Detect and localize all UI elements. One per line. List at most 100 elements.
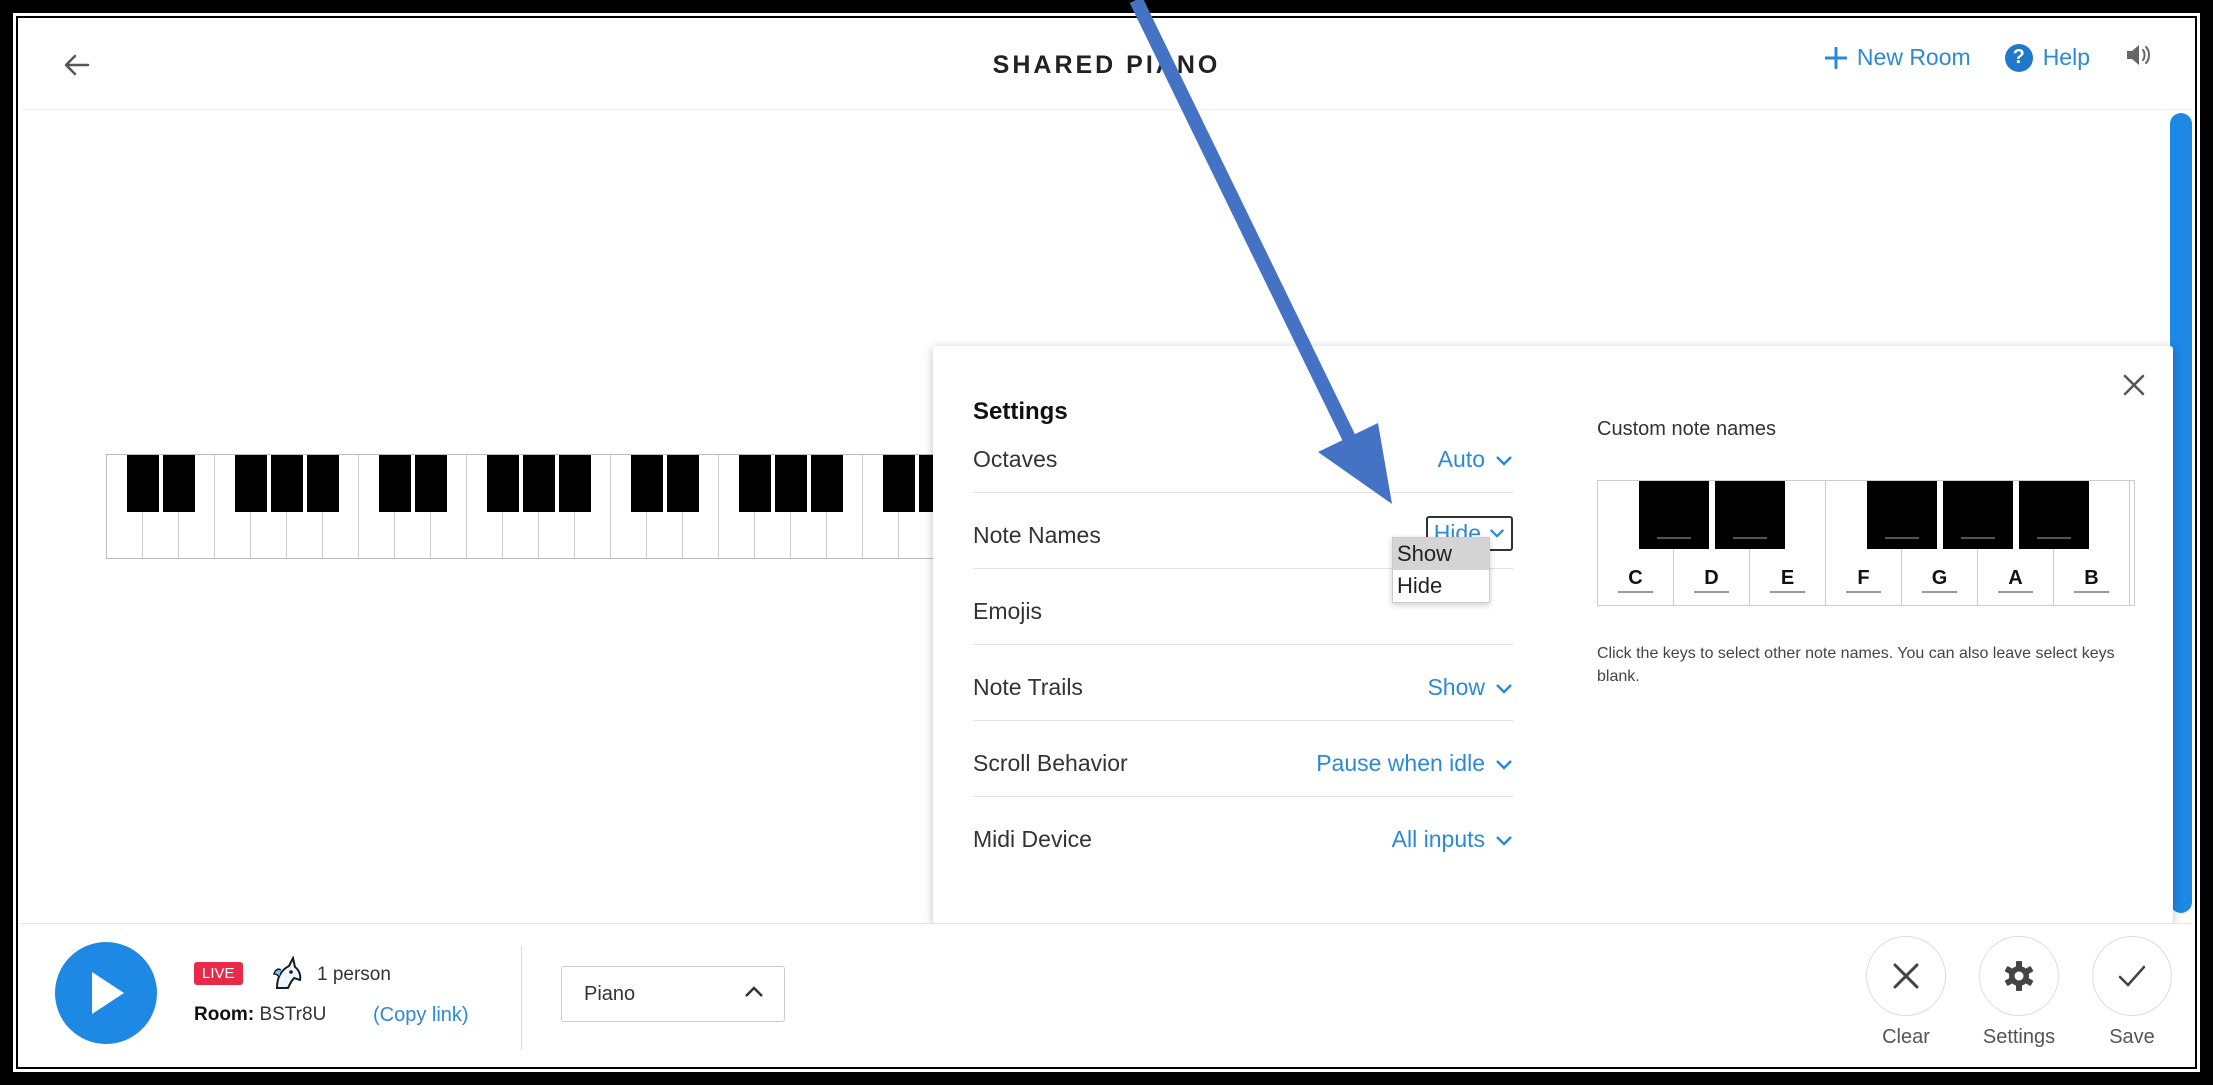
piano-black-key[interactable] (415, 455, 447, 512)
room-code: BSTr8U (259, 1004, 327, 1025)
chevron-down-icon (1496, 836, 1512, 846)
note-underline (2074, 591, 2109, 593)
note-underline (1998, 591, 2033, 593)
note-name-label: G (1931, 567, 1948, 589)
dropdown-option-show[interactable]: Show (1393, 538, 1489, 570)
note-name-label: C (1628, 567, 1643, 589)
save-label: Save (2109, 1026, 2155, 1048)
note-underline (1694, 591, 1729, 593)
speaker-icon (2127, 45, 2150, 65)
piano-black-key[interactable] (811, 455, 843, 512)
custom-note-hint: Click the keys to select other note name… (1597, 645, 2115, 685)
custom-note-black-key[interactable] (1639, 481, 1709, 549)
header-actions: New Room ? Help (1824, 43, 2152, 72)
person-count: 1 person (317, 964, 391, 985)
setting-row-octaves: Octaves Auto (973, 416, 1513, 493)
scrollbar[interactable] (2170, 113, 2192, 913)
play-button[interactable] (55, 942, 157, 1044)
setting-value: Auto (1437, 446, 1485, 472)
piano-black-key[interactable] (523, 455, 555, 512)
custom-note-black-key[interactable] (1943, 481, 2013, 549)
piano-black-key[interactable] (883, 455, 915, 512)
setting-value: All inputs (1391, 826, 1485, 852)
setting-value: Pause when idle (1316, 750, 1485, 776)
setting-row-scroll-behavior: Scroll Behavior Pause when idle (973, 720, 1513, 797)
piano-black-key[interactable] (307, 455, 339, 512)
room-label: Room: (194, 1004, 255, 1025)
piano-black-key[interactable] (379, 455, 411, 512)
note-underline (1770, 591, 1805, 593)
setting-label: Octaves (973, 446, 1058, 472)
settings-button[interactable]: Settings (1974, 936, 2064, 1049)
divider (521, 946, 522, 1050)
screenshot-frame: SHARED PIANO New Room ? Help Settings Oc… (10, 10, 2203, 1075)
volume-button[interactable] (2124, 43, 2152, 72)
check-icon (2118, 965, 2146, 987)
setting-row-note-trails: Note Trails Show (973, 644, 1513, 721)
copy-link-button[interactable]: (Copy link) (373, 1004, 469, 1027)
settings-circle (1979, 936, 2059, 1016)
help-button[interactable]: ? Help (2004, 43, 2090, 72)
piano-black-key[interactable] (487, 455, 519, 512)
piano-black-key[interactable] (163, 455, 195, 512)
setting-value: Show (1427, 674, 1485, 700)
help-icon: ? (2004, 43, 2033, 72)
piano-black-key[interactable] (271, 455, 303, 512)
piano-black-key[interactable] (235, 455, 267, 512)
note-trails-select[interactable]: Show (1427, 674, 1513, 701)
piano-keyboard[interactable] (106, 454, 988, 559)
note-name-label: A (2008, 567, 2023, 589)
new-room-button[interactable]: New Room (1824, 44, 1971, 71)
piano-black-key[interactable] (631, 455, 663, 512)
clear-button[interactable]: Clear (1861, 936, 1951, 1049)
setting-label: Midi Device (973, 826, 1092, 852)
chevron-down-icon (1496, 456, 1512, 466)
close-icon (1893, 963, 1919, 989)
piano-black-key[interactable] (775, 455, 807, 512)
live-badge: LIVE (194, 962, 243, 985)
note-name-label: E (1780, 567, 1795, 589)
chevron-down-icon (1496, 760, 1512, 770)
custom-note-black-key[interactable] (1867, 481, 1937, 549)
settings-label: Settings (1982, 1026, 2056, 1048)
chevron-down-icon (1489, 529, 1505, 538)
note-underline (2037, 537, 2071, 539)
dropdown-option-hide[interactable]: Hide (1393, 570, 1489, 602)
save-circle (2092, 936, 2172, 1016)
unicorn-avatar-icon (273, 956, 302, 989)
note-underline (1885, 537, 1919, 539)
custom-note-black-key[interactable] (2019, 481, 2089, 549)
piano-black-key[interactable] (739, 455, 771, 512)
instrument-value: Piano (584, 983, 636, 1005)
save-button[interactable]: Save (2087, 936, 2177, 1049)
setting-label: Note Names (973, 522, 1101, 548)
midi-device-select[interactable]: All inputs (1392, 826, 1513, 853)
app-window: SHARED PIANO New Room ? Help Settings Oc… (21, 21, 2192, 1064)
custom-note-names-title: Custom note names (1597, 418, 1776, 440)
octaves-select[interactable]: Auto (1438, 446, 1513, 473)
new-room-label: New Room (1856, 44, 1971, 70)
piano-black-key[interactable] (667, 455, 699, 512)
note-underline (1961, 537, 1995, 539)
clear-circle (1866, 936, 1946, 1016)
note-underline (1733, 537, 1767, 539)
instrument-select[interactable]: Piano (561, 966, 785, 1022)
note-name-label: D (1704, 567, 1719, 589)
note-name-label: B (2084, 567, 2099, 589)
piano-black-key[interactable] (127, 455, 159, 512)
setting-label: Scroll Behavior (973, 750, 1128, 776)
custom-note-black-key[interactable] (1715, 481, 1785, 549)
scroll-behavior-select[interactable]: Pause when idle (1316, 750, 1513, 777)
close-icon (2123, 374, 2145, 396)
note-underline (1618, 591, 1653, 593)
header: SHARED PIANO New Room ? Help (21, 21, 2192, 110)
close-button[interactable] (2117, 368, 2151, 402)
note-names-dropdown: Show Hide (1392, 537, 1490, 603)
setting-label: Emojis (973, 598, 1043, 624)
piano-black-key[interactable] (559, 455, 591, 512)
help-label: Help (2042, 44, 2090, 70)
setting-row-midi-device: Midi Device All inputs (973, 796, 1513, 872)
note-underline (1922, 591, 1957, 593)
chevron-down-icon (1496, 684, 1512, 694)
gear-icon (2004, 961, 2034, 991)
